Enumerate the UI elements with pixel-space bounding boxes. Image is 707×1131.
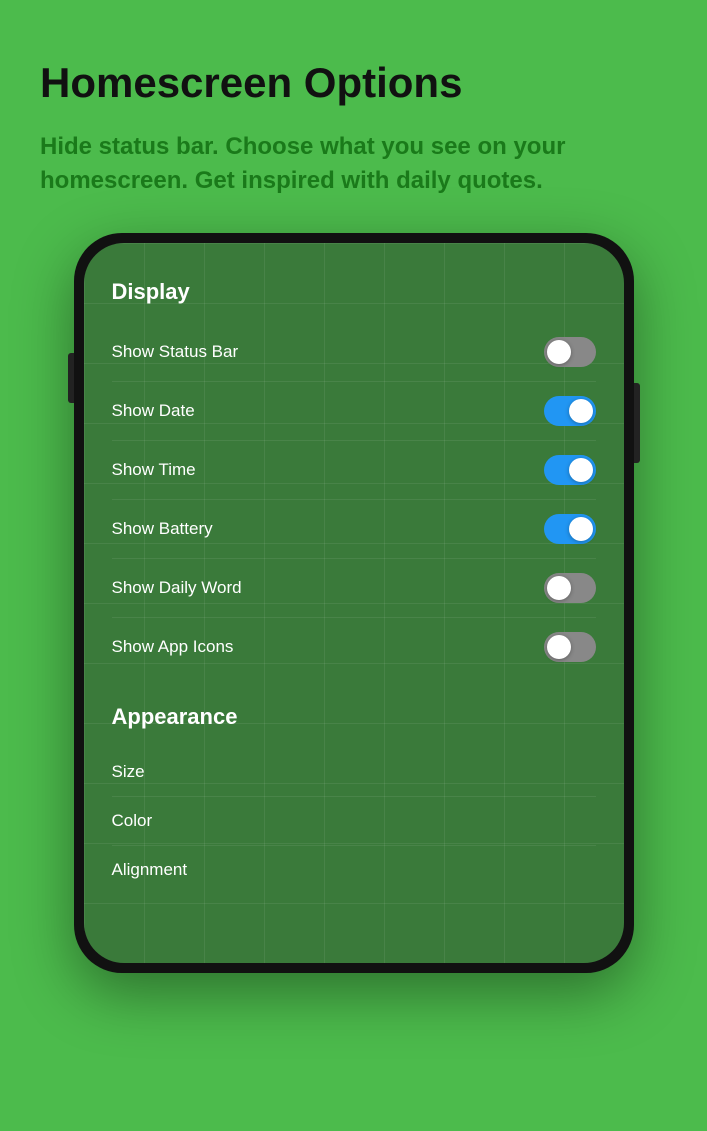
display-rows: Show Status Bar Show Date Show Time Show Ba…: [112, 323, 596, 676]
label-show-time: Show Time: [112, 460, 196, 480]
settings-row-show-daily-word: Show Daily Word: [112, 559, 596, 618]
phone-frame: Display Show Status Bar Show Date Show Tim…: [74, 233, 634, 973]
appearance-item-alignment[interactable]: Alignment: [112, 846, 596, 894]
appearance-item-size[interactable]: Size: [112, 748, 596, 797]
appearance-section: Appearance SizeColorAlignment: [112, 704, 596, 894]
screen-content: Display Show Status Bar Show Date Show Tim…: [84, 243, 624, 963]
label-show-battery: Show Battery: [112, 519, 213, 539]
toggle-knob-show-time: [569, 458, 593, 482]
display-section-header: Display: [112, 279, 596, 305]
label-show-daily-word: Show Daily Word: [112, 578, 242, 598]
appearance-section-header: Appearance: [112, 704, 596, 730]
appearance-items: SizeColorAlignment: [112, 748, 596, 894]
toggle-knob-show-status-bar: [547, 340, 571, 364]
page-subtitle: Hide status bar. Choose what you see on …: [40, 130, 667, 197]
settings-row-show-app-icons: Show App Icons: [112, 618, 596, 676]
phone-screen: Display Show Status Bar Show Date Show Tim…: [84, 243, 624, 963]
toggle-knob-show-battery: [569, 517, 593, 541]
label-show-app-icons: Show App Icons: [112, 637, 234, 657]
appearance-item-color[interactable]: Color: [112, 797, 596, 846]
settings-row-show-battery: Show Battery: [112, 500, 596, 559]
toggle-show-app-icons[interactable]: [544, 632, 596, 662]
toggle-knob-show-daily-word: [547, 576, 571, 600]
toggle-show-time[interactable]: [544, 455, 596, 485]
settings-row-show-time: Show Time: [112, 441, 596, 500]
toggle-show-status-bar[interactable]: [544, 337, 596, 367]
settings-row-show-date: Show Date: [112, 382, 596, 441]
toggle-knob-show-app-icons: [547, 635, 571, 659]
page-wrapper: Homescreen Options Hide status bar. Choo…: [0, 0, 707, 1131]
label-show-status-bar: Show Status Bar: [112, 342, 239, 362]
settings-row-show-status-bar: Show Status Bar: [112, 323, 596, 382]
toggle-show-battery[interactable]: [544, 514, 596, 544]
toggle-knob-show-date: [569, 399, 593, 423]
toggle-show-daily-word[interactable]: [544, 573, 596, 603]
toggle-show-date[interactable]: [544, 396, 596, 426]
label-show-date: Show Date: [112, 401, 195, 421]
page-title: Homescreen Options: [40, 60, 667, 106]
